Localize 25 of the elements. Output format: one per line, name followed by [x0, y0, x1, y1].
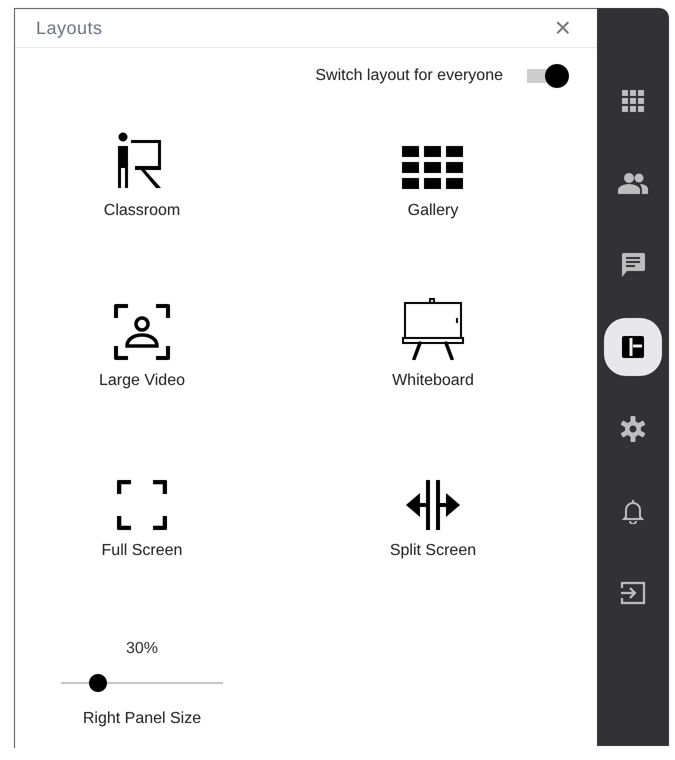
- settings-icon: [620, 416, 646, 442]
- layout-icon: [621, 335, 645, 359]
- exit-icon: [620, 580, 646, 606]
- slider-value: 30%: [126, 640, 158, 658]
- layout-label[interactable]: Large Video: [99, 372, 185, 390]
- layout-label[interactable]: Whiteboard: [392, 372, 474, 390]
- fullscreen-icon[interactable]: [117, 480, 167, 530]
- chat-icon: [620, 252, 646, 278]
- slider-label: Right Panel Size: [82, 710, 202, 728]
- people-icon: [618, 172, 648, 194]
- split-arrows-icon[interactable]: [406, 480, 460, 530]
- layout-label[interactable]: Gallery: [408, 202, 458, 220]
- bell-icon: [622, 498, 644, 524]
- layout-label[interactable]: Classroom: [104, 202, 180, 220]
- person-frame-icon[interactable]: [114, 304, 170, 360]
- layout-label[interactable]: Full Screen: [102, 542, 182, 560]
- switch-label: Switch layout for everyone: [315, 67, 503, 85]
- sidebar-button[interactable]: [604, 318, 662, 376]
- grid-icon: [622, 90, 644, 112]
- easel-board-icon[interactable]: [402, 298, 464, 360]
- layout-label[interactable]: Split Screen: [390, 542, 476, 560]
- slider-thumb[interactable]: [89, 674, 108, 692]
- close-button[interactable]: ×: [550, 14, 575, 42]
- grid-icon[interactable]: [402, 146, 464, 190]
- panel-title: Layouts: [36, 18, 103, 38]
